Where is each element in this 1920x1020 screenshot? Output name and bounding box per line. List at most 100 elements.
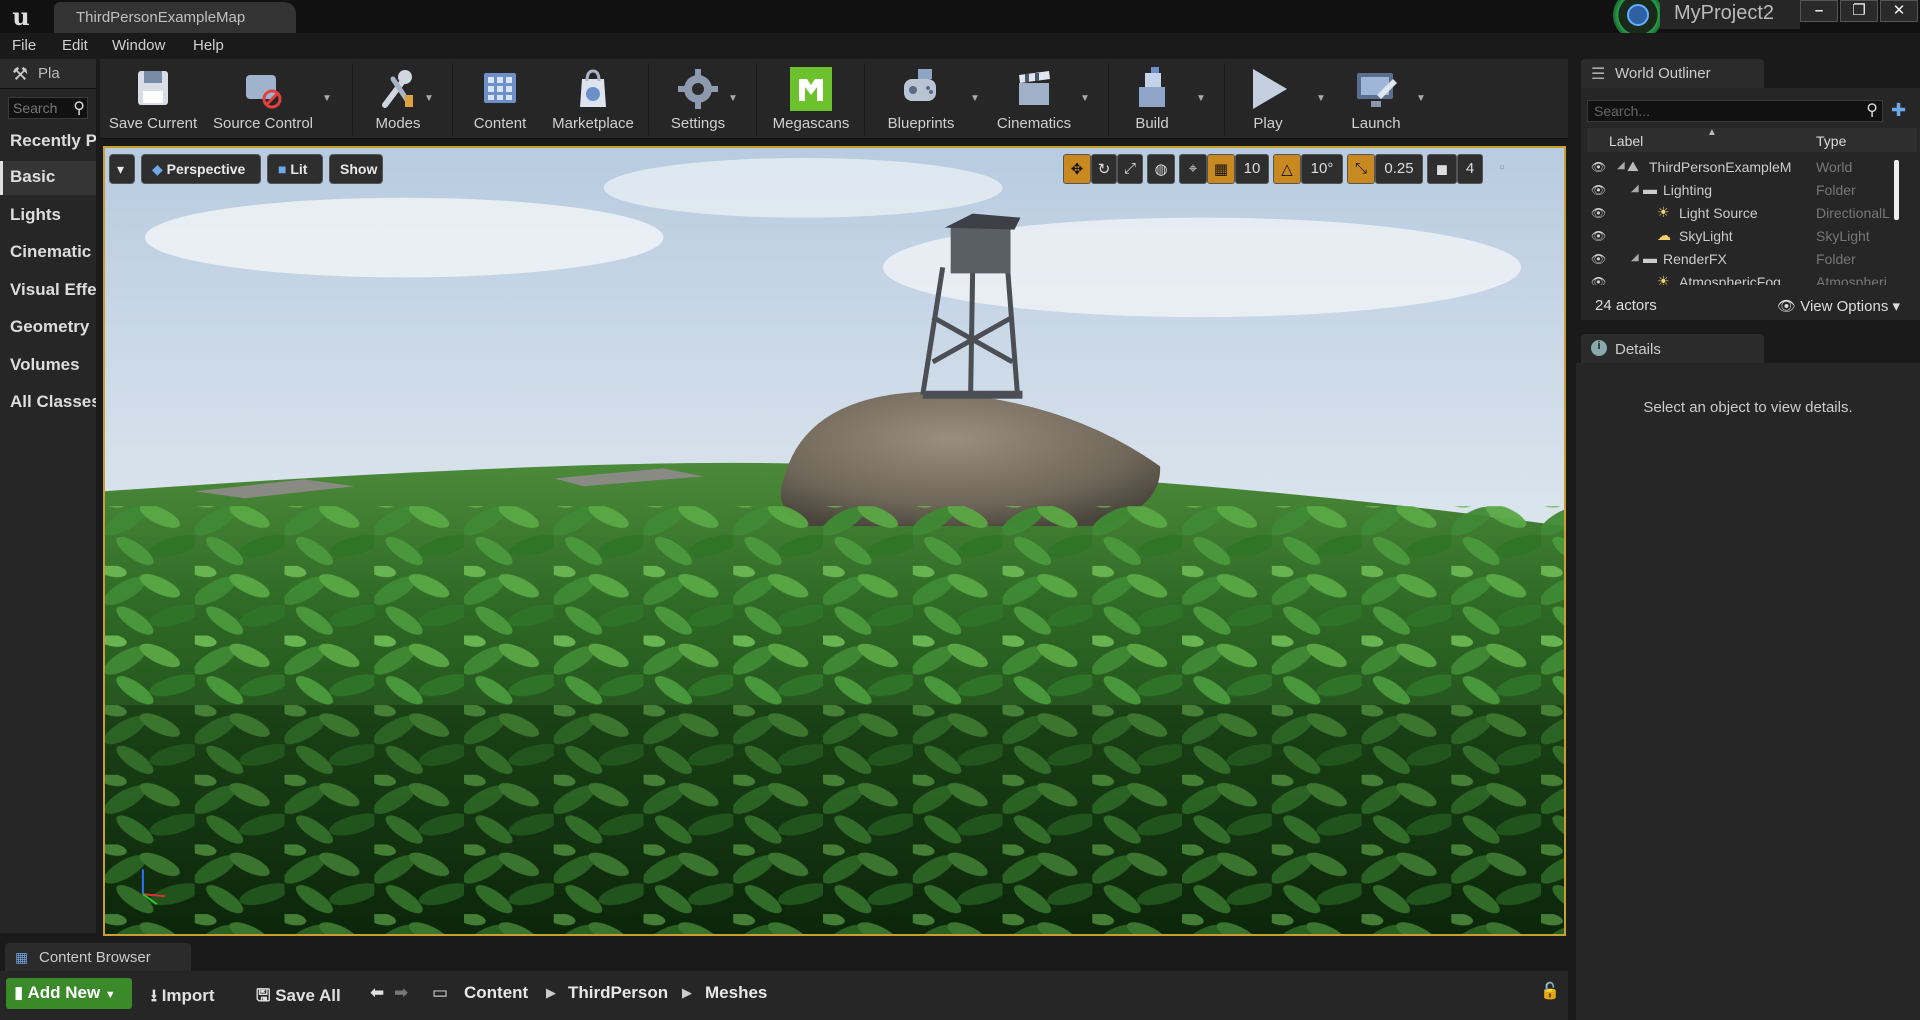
build-dropdown-icon[interactable]: ▼	[1196, 93, 1206, 104]
outliner-search-input[interactable]: Search... ⚲	[1587, 100, 1883, 122]
outliner-row[interactable]: 👁 ☁ SkyLight SkyLight	[1587, 225, 1909, 248]
build-button[interactable]: Build	[1116, 59, 1188, 139]
close-button[interactable]: ✕	[1880, 0, 1918, 22]
visibility-eye-icon[interactable]: 👁	[1591, 183, 1606, 197]
modes-dropdown-icon[interactable]: ▼	[424, 93, 434, 104]
viewport-options-dropdown[interactable]: ▾	[109, 154, 135, 184]
add-filter-icon[interactable]: ✚	[1891, 100, 1906, 121]
content-browser-tab[interactable]: ▦ Content Browser	[5, 943, 191, 971]
world-outliner-tab[interactable]: ☰ World Outliner	[1581, 59, 1764, 88]
launch-dropdown-icon[interactable]: ▼	[1416, 93, 1426, 104]
cinematics-button[interactable]: Cinematics	[988, 59, 1080, 139]
maximize-viewport-icon[interactable]: ▫	[1489, 154, 1515, 184]
blueprints-button[interactable]: Blueprints	[872, 59, 970, 139]
view-options-button[interactable]: 👁 View Options ▾	[1777, 297, 1900, 315]
outliner-row[interactable]: 👁 ◢ ▬ Lighting Folder	[1587, 179, 1909, 202]
visibility-eye-icon[interactable]: 👁	[1591, 252, 1606, 266]
outliner-row[interactable]: 👁 ◢ ⛰ ThirdPersonExampleM World	[1587, 156, 1909, 179]
grid-snap-value[interactable]: 10	[1235, 154, 1269, 184]
visibility-eye-icon[interactable]: 👁	[1591, 160, 1606, 174]
toolbar-separator	[352, 63, 353, 135]
collapse-arrow-icon[interactable]: ◢	[1617, 160, 1625, 171]
outliner-row[interactable]: 👁 ☀ Light Source DirectionalL	[1587, 202, 1909, 225]
world-outliner-icon: ☰	[1591, 66, 1606, 83]
camera-speed-icon[interactable]: ◼	[1427, 154, 1457, 184]
toolbar-separator	[452, 63, 453, 135]
menu-window[interactable]: Window	[112, 37, 165, 54]
scale-snap-value[interactable]: 0.25	[1375, 154, 1423, 184]
toolbar-separator	[1108, 63, 1109, 135]
add-new-button[interactable]: ▮ Add New ▼	[6, 978, 132, 1009]
rotation-snap-value[interactable]: 10°	[1301, 154, 1343, 184]
save-all-button[interactable]: 🖫 Save All	[256, 983, 341, 1012]
place-search-input[interactable]: Search ⚲	[8, 97, 88, 119]
unreal-logo-icon[interactable]: u	[4, 0, 38, 33]
column-label-header[interactable]: Label	[1609, 133, 1643, 149]
visibility-eye-icon[interactable]: 👁	[1591, 275, 1606, 285]
menu-help[interactable]: Help	[193, 37, 224, 54]
menu-edit[interactable]: Edit	[62, 37, 88, 54]
marketplace-button[interactable]: Marketplace	[544, 59, 642, 139]
breadcrumb-content[interactable]: Content	[464, 983, 528, 1003]
breadcrumb-thirdperson[interactable]: ThirdPerson	[568, 983, 668, 1003]
level-viewport[interactable]: ▾ ◆ Perspective ■ Lit Show ✥ ↻ ⤢ ◍ ⌖ ▦ 1…	[103, 146, 1566, 936]
lock-icon[interactable]: 🔓	[1540, 981, 1560, 1001]
import-button[interactable]: ⭳ Import	[151, 983, 215, 1012]
camera-speed-value[interactable]: 4	[1457, 154, 1483, 184]
column-type-header[interactable]: Type	[1816, 133, 1846, 149]
source-control-dropdown-icon[interactable]: ▼	[322, 93, 332, 104]
blueprints-dropdown-icon[interactable]: ▼	[970, 93, 980, 104]
breadcrumb-separator-icon[interactable]: ▶	[682, 985, 692, 1001]
menu-file[interactable]: File	[12, 37, 36, 54]
settings-dropdown-icon[interactable]: ▼	[728, 93, 738, 104]
scale-tool-icon[interactable]: ⤢	[1117, 154, 1143, 184]
category-lights[interactable]: Lights	[0, 199, 96, 233]
scale-snap-icon[interactable]: ⤡	[1347, 154, 1375, 184]
category-recently-placed[interactable]: Recently P	[0, 125, 96, 159]
visibility-eye-icon[interactable]: 👁	[1591, 229, 1606, 243]
category-geometry[interactable]: Geometry	[0, 311, 96, 345]
back-arrow-icon[interactable]: ⬅	[370, 983, 384, 1003]
source-control-status-icon[interactable]	[1608, 0, 1668, 40]
outliner-row[interactable]: 👁 ◢ ▬ RenderFX Folder	[1587, 248, 1909, 271]
place-mode-tab[interactable]: ⚒ Pla	[0, 59, 96, 89]
breadcrumb-meshes[interactable]: Meshes	[705, 983, 767, 1003]
breadcrumb-separator-icon[interactable]: ▶	[546, 985, 556, 1001]
forward-arrow-icon[interactable]: ➡	[394, 983, 408, 1003]
lit-button[interactable]: ■ Lit	[267, 154, 323, 184]
category-all-classes[interactable]: All Classes	[0, 386, 96, 420]
outliner-row[interactable]: 👁 ☀ AtmosphericFog Atmospheri	[1587, 271, 1909, 285]
cinematics-label: Cinematics	[996, 115, 1072, 132]
outliner-scrollbar[interactable]	[1894, 160, 1899, 220]
level-tab[interactable]: ThirdPersonExampleMap	[54, 2, 296, 34]
details-tab[interactable]: i Details	[1581, 334, 1764, 363]
category-basic[interactable]: Basic	[0, 161, 96, 195]
restore-button[interactable]: ❐	[1840, 0, 1878, 22]
translate-tool-icon[interactable]: ✥	[1063, 154, 1091, 184]
grid-snap-icon[interactable]: ▦	[1207, 154, 1235, 184]
rotate-tool-icon[interactable]: ↻	[1091, 154, 1117, 184]
world-space-icon[interactable]: ◍	[1147, 154, 1175, 184]
rotation-snap-icon[interactable]: △	[1273, 154, 1301, 184]
surface-snap-icon[interactable]: ⌖	[1179, 154, 1207, 184]
launch-button[interactable]: Launch	[1334, 59, 1418, 139]
save-current-button[interactable]: Save Current	[104, 59, 202, 139]
category-visual-effects[interactable]: Visual Effe	[0, 274, 96, 308]
cinematics-dropdown-icon[interactable]: ▼	[1080, 93, 1090, 104]
details-empty-message: Select an object to view details.	[1643, 399, 1853, 416]
collapse-arrow-icon[interactable]: ◢	[1631, 252, 1639, 263]
visibility-eye-icon[interactable]: 👁	[1591, 206, 1606, 220]
perspective-button[interactable]: ◆ Perspective	[141, 154, 261, 184]
marketplace-label: Marketplace	[552, 115, 634, 132]
megascans-button[interactable]: Megascans	[764, 59, 858, 139]
show-button[interactable]: Show	[329, 154, 383, 184]
collapse-arrow-icon[interactable]: ◢	[1631, 183, 1639, 194]
category-cinematic[interactable]: Cinematic	[0, 236, 96, 270]
category-volumes[interactable]: Volumes	[0, 349, 96, 383]
play-button[interactable]: Play	[1232, 59, 1304, 139]
content-button[interactable]: Content	[460, 59, 540, 139]
viewport-scene-image	[105, 148, 1564, 934]
source-control-button[interactable]: Source Control	[208, 59, 318, 139]
play-dropdown-icon[interactable]: ▼	[1316, 93, 1326, 104]
minimize-button[interactable]: –	[1800, 0, 1838, 22]
